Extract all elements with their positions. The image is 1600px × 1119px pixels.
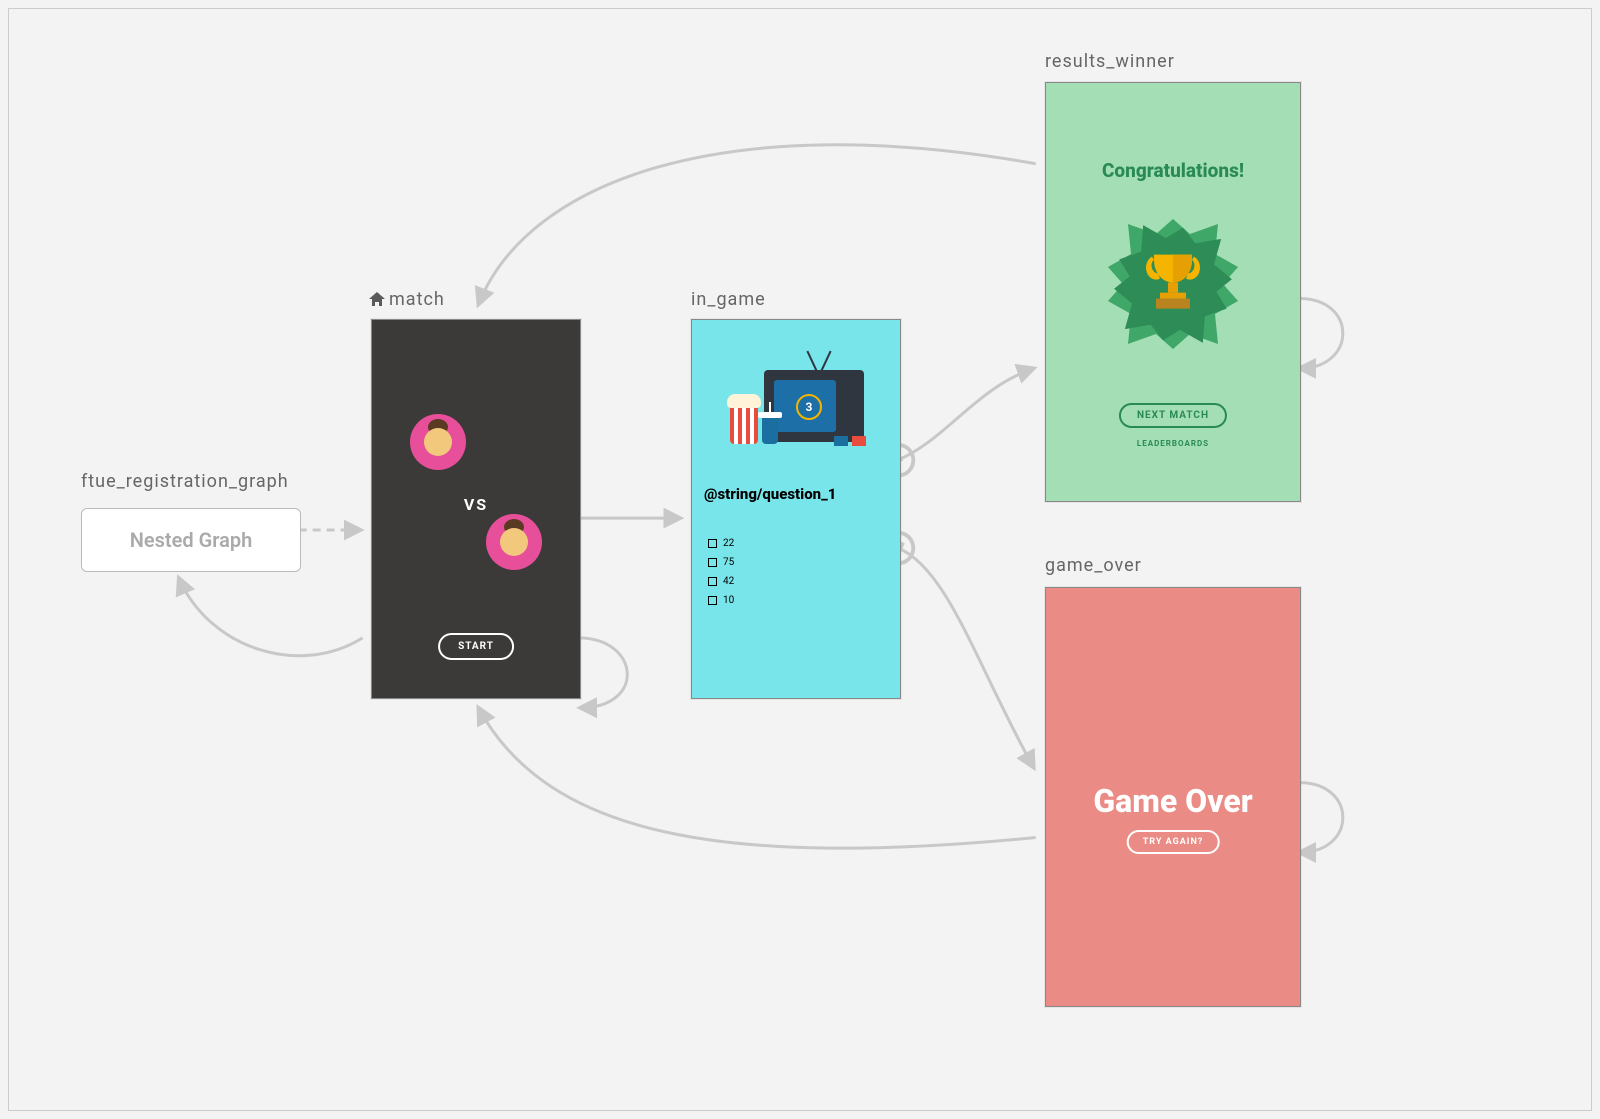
congratulations-title: Congratulations! bbox=[1046, 159, 1300, 182]
tv-icon bbox=[764, 370, 864, 442]
answer-option[interactable]: 22 bbox=[708, 538, 734, 549]
match-screen[interactable]: VS START bbox=[371, 319, 581, 699]
trophy-badge bbox=[1098, 209, 1248, 359]
match-label: match bbox=[369, 289, 445, 311]
checkbox-icon bbox=[708, 539, 717, 548]
next-match-button[interactable]: NEXT MATCH bbox=[1119, 403, 1227, 428]
player1-avatar bbox=[410, 414, 466, 470]
game-over-screen[interactable]: Game Over TRY AGAIN? bbox=[1045, 587, 1301, 1007]
results-winner-screen[interactable]: Congratulations! NEXT MATCH LEADERBOARDS bbox=[1045, 82, 1301, 502]
question-graphic bbox=[692, 340, 900, 470]
ftue-registration-label: ftue_registration_graph bbox=[81, 471, 289, 492]
checkbox-icon bbox=[708, 596, 717, 605]
answer-option[interactable]: 42 bbox=[708, 576, 734, 587]
try-again-button[interactable]: TRY AGAIN? bbox=[1127, 830, 1220, 854]
cup-icon bbox=[762, 416, 778, 444]
nested-graph-text: Nested Graph bbox=[130, 528, 253, 552]
home-icon bbox=[369, 290, 385, 311]
answer-option[interactable]: 10 bbox=[708, 595, 734, 606]
nested-graph-node[interactable]: Nested Graph bbox=[81, 508, 301, 572]
popcorn-icon bbox=[730, 404, 758, 444]
player2-avatar bbox=[486, 514, 542, 570]
in-game-label: in_game bbox=[691, 289, 766, 310]
game-over-label: game_over bbox=[1045, 555, 1142, 576]
trophy-icon bbox=[1142, 249, 1204, 317]
results-winner-label: results_winner bbox=[1045, 51, 1175, 72]
checkbox-icon bbox=[708, 577, 717, 586]
glasses3d-icon bbox=[834, 436, 866, 448]
answer-option[interactable]: 75 bbox=[708, 557, 734, 568]
vs-text: VS bbox=[372, 495, 580, 514]
game-over-title: Game Over bbox=[1046, 782, 1300, 820]
answers-list: 22 75 42 10 bbox=[708, 538, 734, 614]
leaderboards-link[interactable]: LEADERBOARDS bbox=[1046, 439, 1300, 448]
checkbox-icon bbox=[708, 558, 717, 567]
diagram-stage: ftue_registration_graph match in_game re… bbox=[8, 8, 1592, 1111]
question-text: @string/question_1 bbox=[704, 485, 888, 503]
in-game-screen[interactable]: @string/question_1 22 75 42 10 bbox=[691, 319, 901, 699]
start-button[interactable]: START bbox=[438, 633, 514, 660]
